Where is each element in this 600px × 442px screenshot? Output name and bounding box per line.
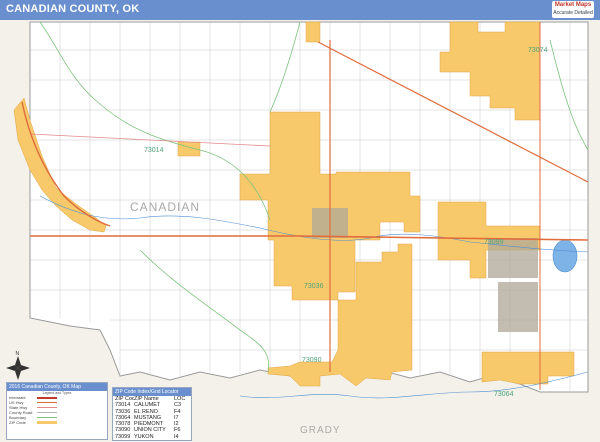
zip-code-index: ZIP Code Index/Grid Locator ZIP CodeZIP …	[112, 387, 192, 441]
title-bar: CANADIAN COUNTY, OK Market Maps Accurate…	[0, 0, 600, 20]
zip-label-73090: 73090	[302, 357, 322, 364]
map-title: CANADIAN COUNTY, OK	[6, 3, 140, 15]
zip-index-title: ZIP Code Index/Grid Locator	[113, 388, 191, 396]
legend-title: 2016 Canadian County, OK Map	[7, 383, 107, 391]
county-label: CANADIAN	[130, 200, 200, 214]
legend-item: ZIP Code	[7, 420, 107, 425]
map-legend: 2016 Canadian County, OK Map Legend and …	[6, 382, 108, 440]
compass-north: N	[16, 351, 20, 357]
lake-overholser	[552, 239, 578, 273]
zip-label-73014: 73014	[144, 147, 164, 154]
neighbor-county-label: GRADY	[300, 425, 341, 436]
zip-index-row: 73099 YUKON I4	[115, 433, 179, 440]
zip-label-73036: 73036	[304, 283, 324, 290]
zip-region-tiny	[305, 21, 321, 43]
zip-label-73074: 73074	[528, 47, 548, 54]
zip-label-73099: 73099	[484, 239, 504, 246]
market-maps-logo: Market Maps Accurate Detailed	[552, 1, 594, 18]
logo-subtext: Accurate Detailed	[553, 10, 593, 16]
map-frame: CANADIAN COUNTY, OK Market Maps Accurate…	[0, 0, 600, 442]
county-map[interactable]: CANADIAN GRADY 73014 73099 73036 73064 7…	[0, 20, 600, 442]
logo-text: Market Maps	[554, 2, 592, 8]
zip-label-73064: 73064	[494, 391, 514, 398]
